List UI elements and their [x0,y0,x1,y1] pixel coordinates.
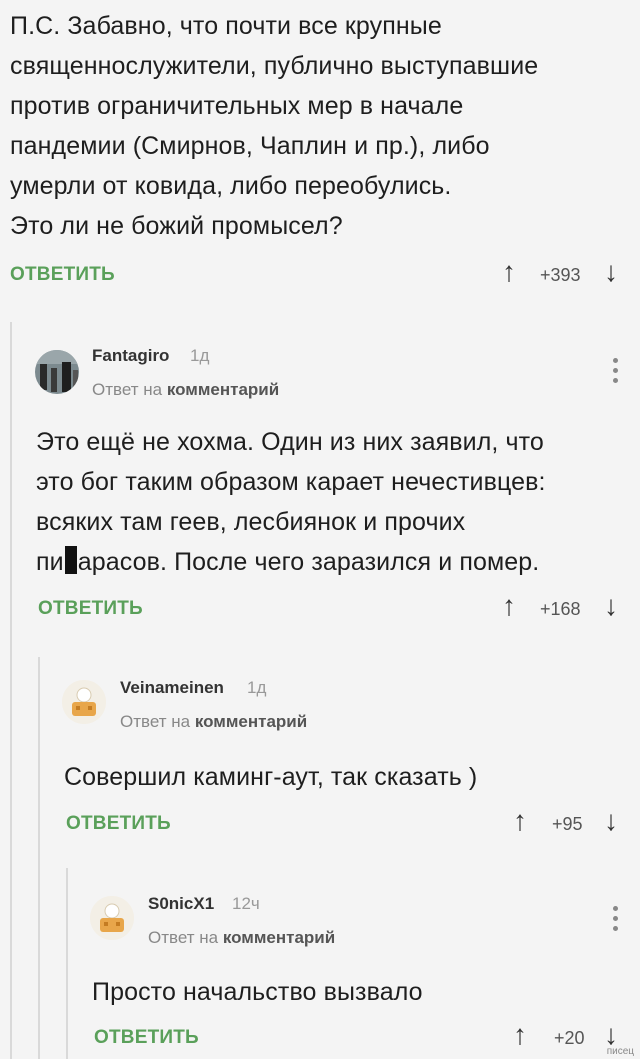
score: +20 [554,1028,585,1048]
arrow-up-icon[interactable]: ↑ [502,258,516,286]
comment-time: 12ч [232,894,260,913]
author-name[interactable]: Veinameinen [120,678,224,698]
arrow-down-icon[interactable]: ↓ [604,1021,618,1049]
comment-time: 1д [247,678,267,697]
score: +393 [540,265,581,285]
reply-to-prefix: Ответ на [92,380,163,399]
comment-text-line: священнослужители, публично выступавшие [10,52,539,80]
comment-time: 1д [190,346,210,365]
comment-text-line: П.С. Забавно, что почти все крупные [10,12,442,40]
arrow-up-icon[interactable]: ↑ [513,1021,527,1049]
comment-text-line: всяких там геев, лесбиянок и прочих [36,508,466,536]
censor-mark [64,546,77,574]
avatar[interactable] [90,896,134,940]
more-vertical-icon[interactable] [613,358,619,388]
comment-text-line: умерли от ковида, либо переобулись. [10,172,452,200]
thread-line-level-3 [66,868,68,1059]
arrow-up-icon[interactable]: ↑ [502,592,516,620]
comment-text-line: Это ещё не хохма. Один из них заявил, чт… [36,428,544,456]
reply-button[interactable]: ОТВЕТИТЬ [94,1027,199,1049]
comment-text-line: Это ли не божий промысел? [10,212,343,240]
reply-button[interactable]: ОТВЕТИТЬ [38,598,143,620]
reply-to-line: Ответ на комментарий [148,928,335,948]
comment-text-line: Просто начальство вызвало [92,978,423,1006]
arrow-down-icon[interactable]: ↓ [604,592,618,620]
reply-to-prefix: Ответ на [120,712,191,731]
arrow-down-icon[interactable]: ↓ [604,807,618,835]
more-vertical-icon[interactable] [613,906,619,936]
thread-line-level-1 [10,322,12,1059]
comment-text-line: против ограничительных мер в начале [10,92,464,120]
author-name[interactable]: Fantagiro [92,346,169,366]
reply-to-line: Ответ на комментарий [120,712,307,732]
score: +168 [540,599,581,619]
avatar[interactable] [35,350,79,394]
reply-to-prefix: Ответ на [148,928,219,947]
comment-text-line: пандемии (Смирнов, Чаплин и пр.), либо [10,132,490,160]
comment-text-line: это бог таким образом карает нечестивцев… [36,468,546,496]
comment-text-line: Совершил каминг-аут, так сказать ) [64,763,478,791]
reply-to-link[interactable]: комментарий [195,712,307,731]
reply-to-link[interactable]: комментарий [223,928,335,947]
reply-to-line: Ответ на комментарий [92,380,279,400]
arrow-up-icon[interactable]: ↑ [513,807,527,835]
comment-text-line: пи арасов. После чего заразился и помер. [36,542,539,582]
arrow-down-icon[interactable]: ↓ [604,258,618,286]
text-fragment: пи [36,548,64,576]
text-fragment: арасов. После чего заразился и помер. [77,548,540,576]
watermark: писец [606,1046,634,1057]
reply-button[interactable]: ОТВЕТИТЬ [10,264,115,286]
avatar[interactable] [62,680,106,724]
score: +95 [552,814,583,834]
author-name[interactable]: S0nicX1 [148,894,214,914]
reply-button[interactable]: ОТВЕТИТЬ [66,813,171,835]
thread-line-level-2 [38,657,40,1059]
reply-to-link[interactable]: комментарий [167,380,279,399]
